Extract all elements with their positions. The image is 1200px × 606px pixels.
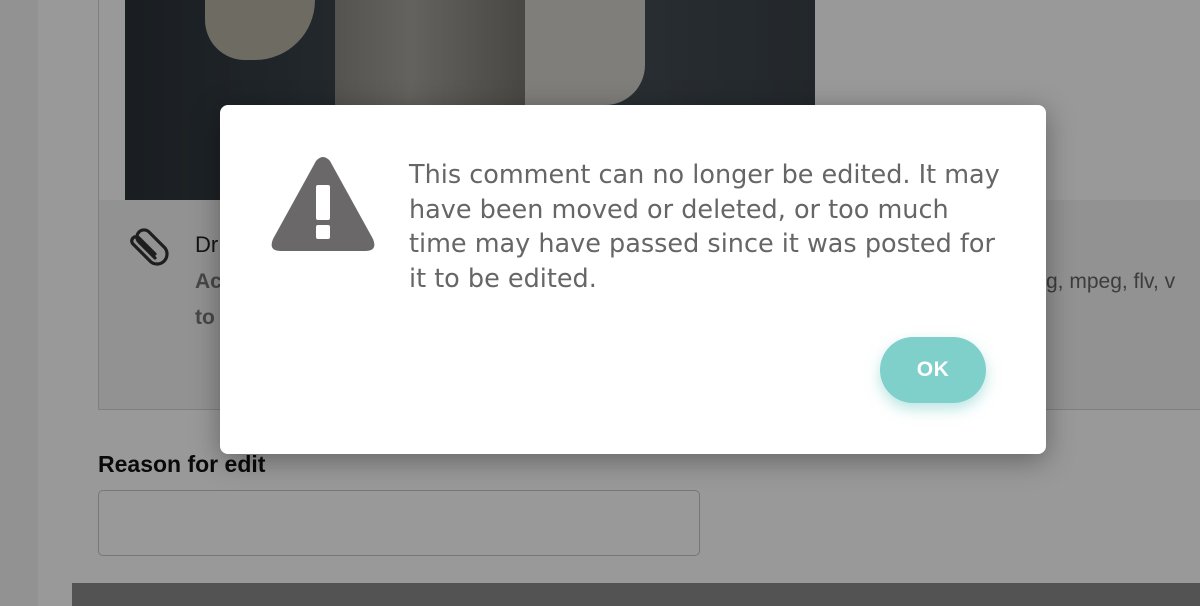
screen: Dr Ac to g, mpeg, flv, v Reason for edit… (0, 0, 1200, 606)
alert-dialog: This comment can no longer be edited. It… (220, 105, 1046, 454)
dialog-message: This comment can no longer be edited. It… (409, 160, 1000, 294)
warning-triangle-icon (271, 157, 375, 251)
ok-button[interactable]: OK (880, 337, 986, 403)
